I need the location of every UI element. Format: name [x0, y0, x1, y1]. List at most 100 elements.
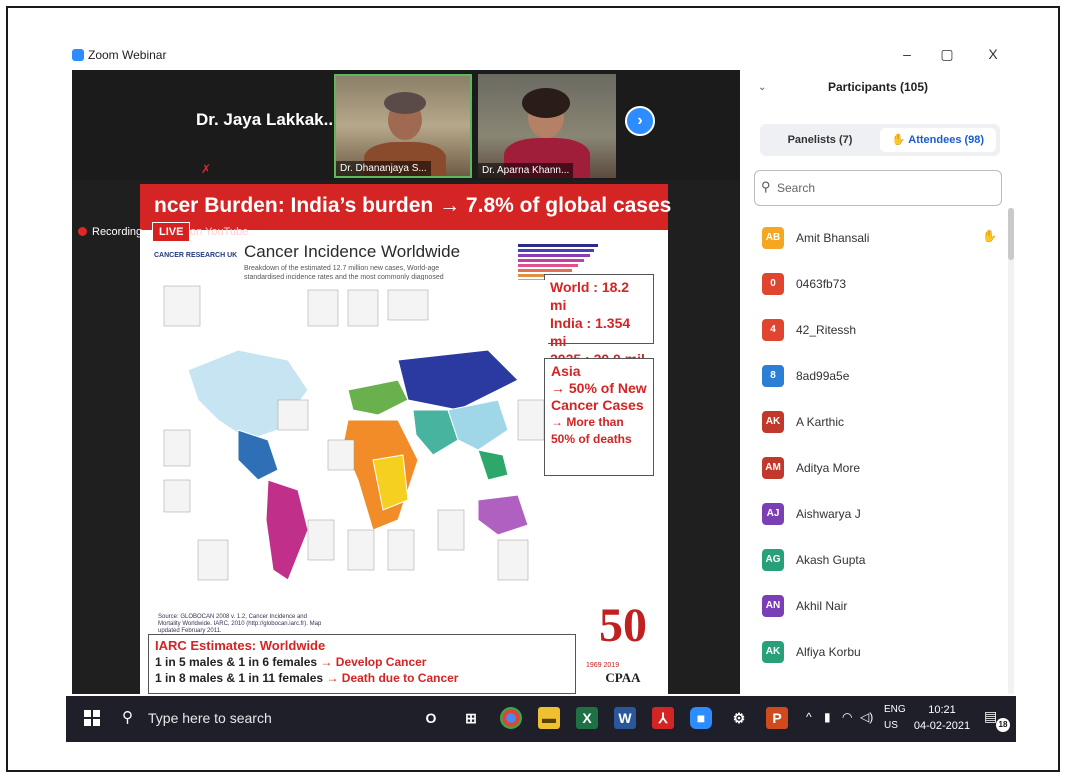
participant-video-thumb[interactable]: Dr. Dhananjaya S... — [334, 74, 472, 178]
mic-muted-icon: ✗ — [201, 162, 212, 176]
task-view-icon[interactable]: ⊞ — [460, 707, 482, 729]
clock-date: 04-02-2021 — [913, 720, 971, 732]
participant-row[interactable]: 0 0463fb73 — [746, 262, 1008, 308]
scrollbar-thumb[interactable] — [1008, 208, 1014, 260]
zoom-logo-icon — [72, 49, 84, 61]
avatar: AB — [762, 227, 784, 249]
chrome-icon[interactable] — [500, 707, 522, 729]
iarc-heading: IARC Estimates: Worldwide — [155, 638, 326, 653]
acrobat-icon[interactable]: ⅄ — [652, 707, 674, 729]
video-area: Dr. Jaya Lakkak... ✗ Dr. Dhananjaya S...… — [72, 70, 740, 694]
cpaa-name: CPAA — [605, 670, 641, 685]
live-badge[interactable]: LIVE — [152, 222, 191, 242]
participant-scrollbar[interactable] — [1008, 208, 1014, 694]
lang-top: ENG — [884, 704, 906, 715]
stat-india: India : 1.354 mi — [550, 315, 631, 349]
avatar: AM — [762, 457, 784, 479]
avatar: AG — [762, 549, 784, 571]
iarc-line1-result: → Develop Cancer — [320, 655, 427, 669]
windows-start-icon[interactable] — [84, 710, 100, 726]
participant-row[interactable]: AM Aditya More — [746, 446, 1008, 492]
window-title: Zoom Webinar — [88, 48, 167, 62]
asia-line: 50% of deaths — [551, 432, 632, 446]
avatar: AJ — [762, 503, 784, 525]
participant-video-thumb[interactable]: Dr. Aparna Khann... — [478, 74, 616, 178]
search-input[interactable]: Search — [777, 181, 815, 195]
shared-slide: ncer Burden: India’s burden → 7.8% of gl… — [140, 184, 672, 694]
cpaa-years: 1969 2019 — [586, 662, 620, 669]
iarc-line2-text: 1 in 8 males & 1 in 11 females — [155, 671, 324, 685]
clock[interactable]: 10:21 04-02-2021 — [912, 702, 972, 734]
minimize-button[interactable]: – — [892, 46, 922, 62]
cpaa-logo: 50 1969 2019 CPAA — [584, 602, 662, 692]
word-icon[interactable]: W — [614, 707, 636, 729]
participant-row[interactable]: 4 42_Ritessh — [746, 308, 1008, 354]
participants-header: Participants (105) — [827, 80, 929, 94]
avatar: 4 — [762, 319, 784, 341]
search-icon: ⚲ — [761, 179, 771, 194]
settings-gear-icon[interactable]: ⚙ — [728, 707, 750, 729]
person-hair — [522, 88, 570, 118]
recording-indicator[interactable]: Recording — [78, 226, 142, 238]
world-map-graphic — [158, 280, 548, 610]
participant-name: Aishwarya J — [796, 507, 861, 521]
participant-name: A Karthic — [796, 415, 845, 429]
tab-panelists[interactable]: Panelists (7) — [764, 128, 876, 152]
excel-icon[interactable]: X — [576, 707, 598, 729]
avatar: AK — [762, 641, 784, 663]
volume-icon[interactable]: ◁) — [860, 710, 873, 724]
participant-row[interactable]: 8 8ad99a5e — [746, 354, 1008, 400]
participant-tabs: Panelists (7) ✋ Attendees (98) — [760, 124, 1000, 156]
participant-name: 42_Ritessh — [796, 323, 857, 337]
asia-callout-box: Asia → 50% of New Cancer Cases → More th… — [544, 358, 654, 476]
recording-label: Recording — [92, 226, 143, 238]
participant-name: Alfiya Korbu — [796, 645, 861, 659]
iarc-line: 1 in 5 males & 1 in 6 females → Develop … — [155, 655, 569, 669]
next-video-page-button[interactable]: › — [625, 106, 655, 136]
participant-row[interactable]: AJ Aishwarya J — [746, 492, 1008, 538]
restore-button[interactable]: ▢ — [932, 46, 962, 63]
participant-row[interactable]: AK A Karthic — [746, 400, 1008, 446]
raised-hand-icon: ✋ — [891, 134, 906, 146]
cortana-icon[interactable]: O — [420, 707, 442, 729]
microphone-icon[interactable]: ▮ — [824, 710, 831, 724]
network-icon[interactable]: ◠ — [842, 710, 852, 724]
participant-name: Akhil Nair — [796, 599, 848, 613]
person-hair — [384, 92, 426, 114]
file-explorer-icon[interactable]: ▬ — [538, 707, 560, 729]
video-strip: Dr. Jaya Lakkak... ✗ Dr. Dhananjaya S...… — [72, 70, 740, 180]
record-dot-icon — [78, 227, 87, 236]
slide-banner: ncer Burden: India’s burden → 7.8% of gl… — [140, 184, 672, 230]
participant-row[interactable]: AK Alfiya Korbu — [746, 630, 1008, 676]
participant-name: Aditya More — [796, 461, 861, 475]
chevron-up-icon[interactable]: ^ — [806, 710, 812, 724]
powerpoint-icon[interactable]: P — [766, 707, 788, 729]
tab-attendees-label: Attendees (98) — [908, 134, 985, 146]
asia-line: → 50% of New — [551, 380, 647, 396]
participant-name: Akash Gupta — [796, 553, 866, 567]
language-indicator[interactable]: ENG US — [884, 702, 906, 734]
lang-bottom: US — [884, 720, 898, 731]
zoom-icon[interactable]: ■ — [690, 707, 712, 729]
live-on-youtube-label: on YouTube — [190, 226, 249, 238]
slide-source: Source: GLOBOCAN 2008 v. 1.2, Cancer Inc… — [158, 614, 322, 634]
notification-center-icon[interactable]: ▤ 18 — [984, 708, 1010, 732]
avatar: AK — [762, 411, 784, 433]
stat-world: World : 18.2 mi — [550, 279, 630, 313]
search-icon: ⚲ — [122, 709, 133, 726]
close-button[interactable]: X — [978, 46, 1008, 62]
thumb-label: Dr. Aparna Khann... — [478, 163, 574, 178]
tab-attendees[interactable]: ✋ Attendees (98) — [880, 128, 996, 152]
taskbar-search-input[interactable]: Type here to search — [148, 710, 272, 726]
iarc-line: 1 in 8 males & 1 in 11 females → Death d… — [155, 671, 569, 685]
participant-row[interactable]: AB Amit Bhansali ✋ — [746, 216, 1008, 262]
participant-row[interactable]: AG Akash Gupta — [746, 538, 1008, 584]
iarc-line2-result: → Death due to Cancer — [326, 671, 459, 685]
avatar: 0 — [762, 273, 784, 295]
thumb-label: Dr. Dhananjaya S... — [336, 161, 431, 176]
participant-row[interactable]: AN Akhil Nair — [746, 584, 1008, 630]
participant-search[interactable]: ⚲ Search — [754, 170, 1002, 206]
asia-line: → More than — [551, 415, 624, 429]
slide-banner-text: ncer Burden: India’s burden → 7.8% of gl… — [154, 194, 672, 217]
participant-name: Amit Bhansali — [796, 231, 870, 245]
